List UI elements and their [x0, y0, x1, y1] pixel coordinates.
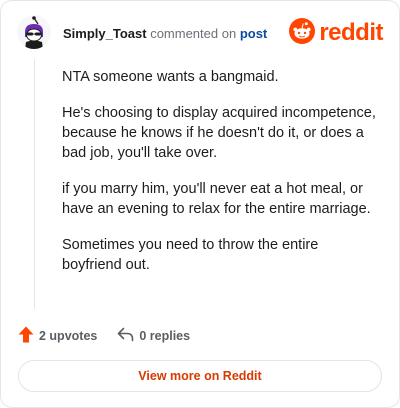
reply-button[interactable]: 0 replies — [117, 327, 190, 345]
reply-count: 0 replies — [139, 329, 191, 343]
reddit-logo-icon — [289, 17, 316, 49]
view-more-button[interactable]: View more on Reddit — [18, 360, 382, 392]
username-link[interactable]: Simply_Toast — [63, 26, 147, 41]
avatar-icon[interactable] — [17, 15, 51, 49]
reply-arrow-icon — [117, 327, 134, 345]
comment-embed-card: Simply_Toast commented on post reddit NT… — [0, 0, 400, 408]
comment-paragraph: NTA someone wants a bangmaid. — [62, 69, 279, 85]
thread-line — [34, 59, 35, 309]
comment-body: NTA someone wants a bangmaid. He's choos… — [62, 67, 378, 291]
reddit-wordmark: reddit — [319, 19, 383, 46]
post-link[interactable]: post — [240, 26, 267, 41]
action-text: commented on — [150, 26, 237, 41]
comment-paragraph: He's choosing to display acquired incomp… — [62, 105, 376, 161]
reddit-brand[interactable]: reddit — [289, 17, 383, 49]
upvote-arrow-icon — [18, 326, 34, 346]
comment-meta: Simply_Toast commented on post — [63, 26, 267, 41]
comment-actions: 2 upvotes 0 replies — [18, 326, 190, 346]
comment-paragraph: if you marry him, you'll never eat a hot… — [62, 181, 371, 217]
comment-paragraph: Sometimes you need to throw the entire b… — [62, 237, 319, 273]
comment-header: Simply_Toast commented on post reddit — [17, 13, 383, 53]
upvote-button[interactable]: 2 upvotes — [18, 326, 97, 346]
upvote-count: 2 upvotes — [39, 329, 98, 343]
